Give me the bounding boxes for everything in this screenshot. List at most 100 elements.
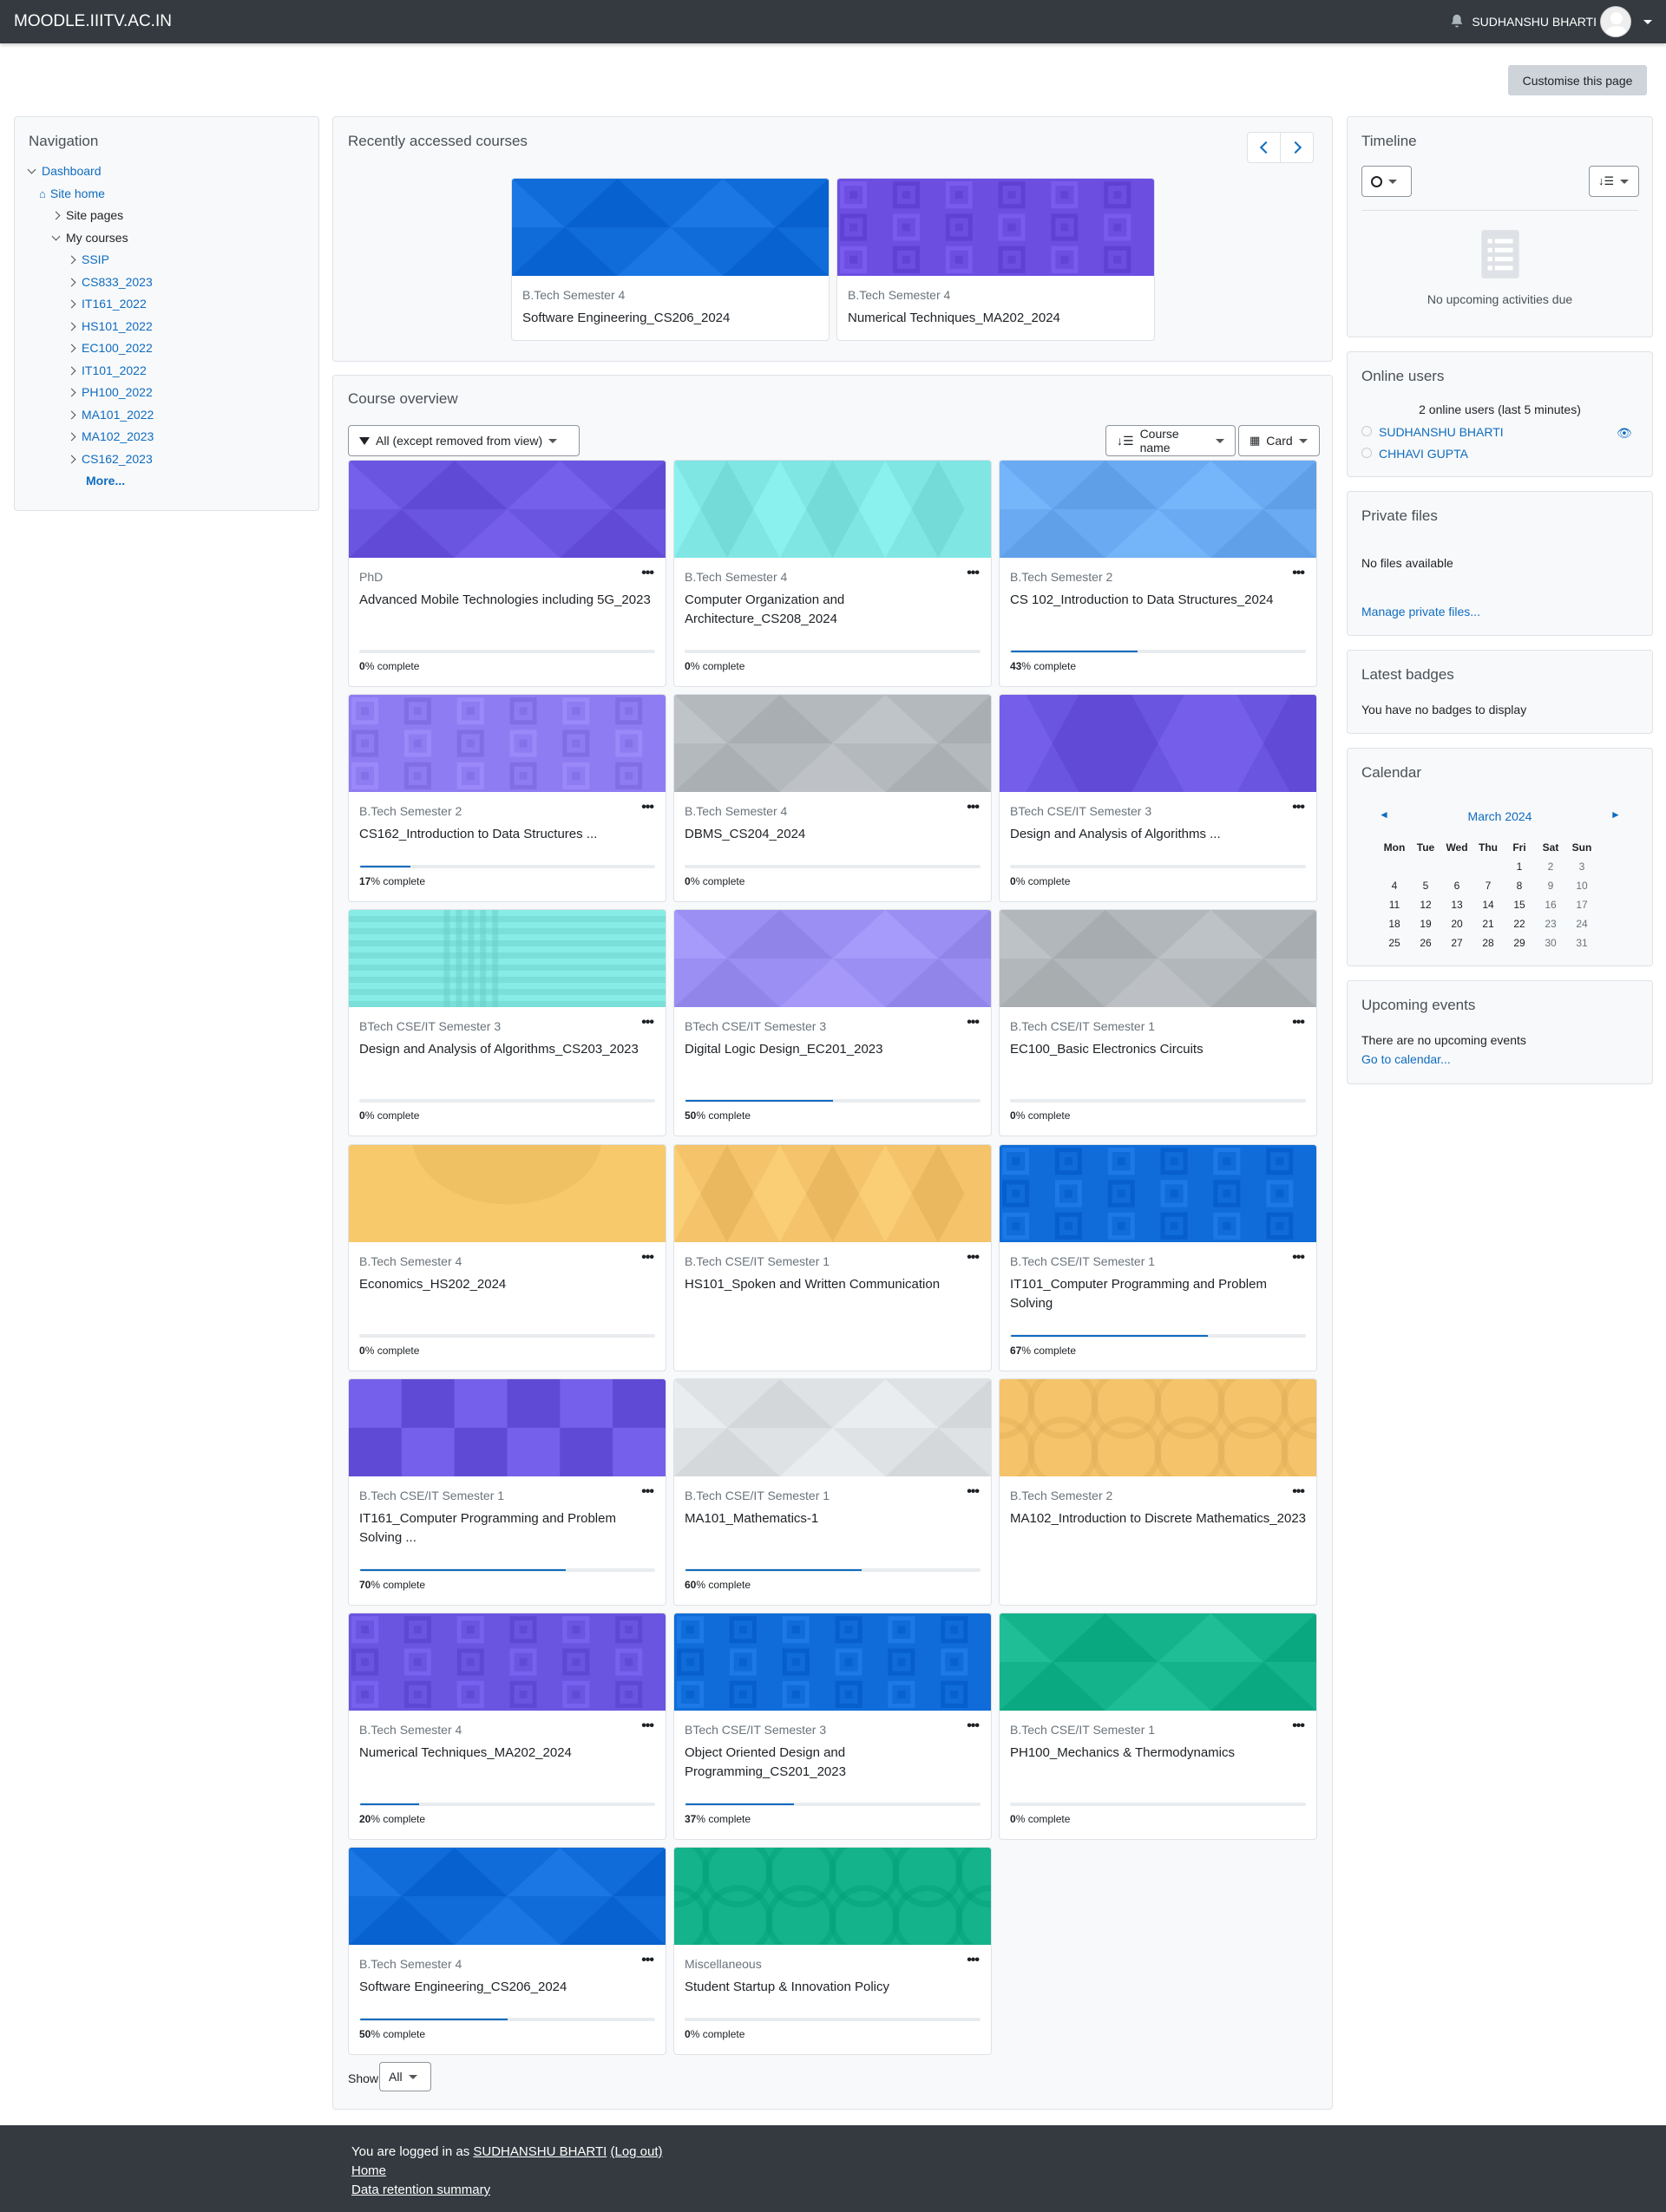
course-name[interactable]: DBMS_CS204_2024 xyxy=(685,825,981,863)
calendar-day[interactable]: 4 xyxy=(1379,876,1410,895)
course-card[interactable]: B.Tech CSE/IT Semester 1 HS101_Spoken and… xyxy=(673,1144,992,1371)
calendar-day[interactable]: 15 xyxy=(1504,895,1535,914)
go-to-calendar-link[interactable]: Go to calendar... xyxy=(1361,1052,1451,1066)
more-actions-icon[interactable]: ••• xyxy=(1292,801,1305,815)
course-image[interactable] xyxy=(349,461,666,558)
course-card[interactable]: B.Tech Semester 2 MA102_Introduction to D… xyxy=(999,1378,1317,1606)
more-actions-icon[interactable]: ••• xyxy=(641,1953,654,1967)
course-image[interactable] xyxy=(349,1613,666,1711)
more-actions-icon[interactable]: ••• xyxy=(967,801,980,815)
nav-course[interactable]: IT161_2022 xyxy=(82,297,147,311)
view-dropdown[interactable]: ▦ Card xyxy=(1238,425,1320,456)
more-actions-icon[interactable]: ••• xyxy=(1292,1016,1305,1030)
course-card[interactable]: B.Tech Semester 4 Computer Organization a… xyxy=(673,460,992,687)
customise-page-button[interactable]: Customise this page xyxy=(1508,65,1647,95)
course-name[interactable]: Economics_HS202_2024 xyxy=(359,1275,655,1313)
calendar-day[interactable]: 31 xyxy=(1566,933,1597,952)
more-actions-icon[interactable]: ••• xyxy=(967,1485,980,1499)
recent-course-card[interactable]: B.Tech Semester 4 Numerical Techniques_MA… xyxy=(836,178,1155,341)
more-actions-icon[interactable]: ••• xyxy=(967,566,980,580)
calendar-day[interactable]: 20 xyxy=(1441,914,1473,933)
calendar-day[interactable]: 30 xyxy=(1535,933,1566,952)
more-actions-icon[interactable]: ••• xyxy=(967,1251,980,1265)
more-actions-icon[interactable]: ••• xyxy=(1292,566,1305,580)
course-name[interactable]: Object Oriented Design and Programming_C… xyxy=(685,1744,981,1782)
course-name[interactable]: PH100_Mechanics & Thermodynamics xyxy=(1010,1744,1306,1782)
more-actions-icon[interactable]: ••• xyxy=(641,801,654,815)
course-card[interactable]: BTech CSE/IT Semester 3 Design and Analys… xyxy=(999,694,1317,902)
course-card[interactable]: B.Tech CSE/IT Semester 1 PH100_Mechanics … xyxy=(999,1613,1317,1840)
course-card[interactable]: Miscellaneous Student Startup & Innovatio… xyxy=(673,1847,992,2055)
course-image[interactable] xyxy=(1000,910,1316,1007)
course-image[interactable] xyxy=(1000,695,1316,792)
logout-link[interactable]: (Log out) xyxy=(610,2144,662,2159)
course-name[interactable]: HS101_Spoken and Written Communication xyxy=(685,1275,981,1313)
manage-files-link[interactable]: Manage private files... xyxy=(1361,605,1480,618)
course-image[interactable] xyxy=(674,1379,991,1476)
course-image[interactable] xyxy=(349,1848,666,1945)
course-image[interactable] xyxy=(1000,1379,1316,1476)
calendar-day[interactable]: 16 xyxy=(1535,895,1566,914)
course-name[interactable]: Software Engineering_CS206_2024 xyxy=(359,1978,655,2016)
course-name[interactable]: Advanced Mobile Technologies including 5… xyxy=(359,591,655,629)
nav-dashboard[interactable]: Dashboard xyxy=(42,164,102,178)
course-name[interactable]: IT101_Computer Programming and Problem S… xyxy=(1010,1275,1306,1313)
course-image[interactable] xyxy=(674,1613,991,1711)
course-card[interactable]: B.Tech Semester 4 Economics_HS202_2024 •••… xyxy=(348,1144,666,1371)
calendar-day[interactable]: 1 xyxy=(1504,857,1535,876)
calendar-day[interactable]: 12 xyxy=(1410,895,1441,914)
more-actions-icon[interactable]: ••• xyxy=(967,1016,980,1030)
course-image[interactable] xyxy=(674,910,991,1007)
course-card[interactable]: BTech CSE/IT Semester 3 Digital Logic Des… xyxy=(673,909,992,1136)
nav-course[interactable]: SSIP xyxy=(82,252,109,266)
course-image[interactable] xyxy=(349,910,666,1007)
calendar-day[interactable]: 22 xyxy=(1504,914,1535,933)
sort-dropdown[interactable]: ↓☰ Course name xyxy=(1105,425,1236,456)
avatar[interactable] xyxy=(1600,6,1631,37)
calendar-day[interactable]: 29 xyxy=(1504,933,1535,952)
calendar-day[interactable]: 7 xyxy=(1473,876,1504,895)
course-image[interactable] xyxy=(1000,461,1316,558)
course-image[interactable] xyxy=(1000,1145,1316,1242)
course-image[interactable] xyxy=(1000,1613,1316,1711)
calendar-day[interactable]: 25 xyxy=(1379,933,1410,952)
more-actions-icon[interactable]: ••• xyxy=(1292,1719,1305,1733)
recent-next-button[interactable] xyxy=(1280,132,1314,163)
nav-site-home[interactable]: Site home xyxy=(50,187,105,200)
calendar-day[interactable]: 28 xyxy=(1473,933,1504,952)
nav-course[interactable]: CS162_2023 xyxy=(82,452,153,466)
course-image[interactable] xyxy=(349,1145,666,1242)
course-name[interactable]: Digital Logic Design_EC201_2023 xyxy=(685,1040,981,1078)
more-actions-icon[interactable]: ••• xyxy=(641,1016,654,1030)
filter-dropdown[interactable]: All (except removed from view) xyxy=(348,425,580,456)
course-card[interactable]: B.Tech Semester 4 Numerical Techniques_MA… xyxy=(348,1613,666,1840)
calendar-day[interactable]: 13 xyxy=(1441,895,1473,914)
arrow-right-icon[interactable]: ► xyxy=(1610,808,1621,821)
nav-course[interactable]: MA102_2023 xyxy=(82,429,154,443)
nav-course[interactable]: HS101_2022 xyxy=(82,319,153,333)
course-card[interactable]: B.Tech Semester 2 CS 102_Introduction to … xyxy=(999,460,1317,687)
calendar-day[interactable]: 5 xyxy=(1410,876,1441,895)
calendar-day[interactable]: 3 xyxy=(1566,857,1597,876)
online-user-link[interactable]: SUDHANSHU BHARTI xyxy=(1379,425,1504,439)
calendar-day[interactable]: 26 xyxy=(1410,933,1441,952)
course-card[interactable]: B.Tech CSE/IT Semester 1 IT101_Computer P… xyxy=(999,1144,1317,1371)
recent-course-card[interactable]: B.Tech Semester 4 Software Engineering_CS… xyxy=(511,178,830,341)
course-name[interactable]: MA102_Introduction to Discrete Mathemati… xyxy=(1010,1509,1306,1548)
course-name[interactable]: Software Engineering_CS206_2024 xyxy=(522,309,818,340)
more-actions-icon[interactable]: ••• xyxy=(1292,1251,1305,1265)
calendar-day[interactable]: 19 xyxy=(1410,914,1441,933)
calendar-day[interactable]: 24 xyxy=(1566,914,1597,933)
more-actions-icon[interactable]: ••• xyxy=(967,1719,980,1733)
nav-course[interactable]: MA101_2022 xyxy=(82,408,154,422)
calendar-day[interactable]: 8 xyxy=(1504,876,1535,895)
more-actions-icon[interactable]: ••• xyxy=(641,1251,654,1265)
calendar-day[interactable]: 2 xyxy=(1535,857,1566,876)
calendar-day[interactable]: 27 xyxy=(1441,933,1473,952)
user-menu-caret-icon[interactable] xyxy=(1643,19,1652,24)
calendar-day[interactable]: 11 xyxy=(1379,895,1410,914)
more-actions-icon[interactable]: ••• xyxy=(641,1485,654,1499)
course-card[interactable]: B.Tech Semester 2 CS162_Introduction to D… xyxy=(348,694,666,902)
calendar-day[interactable]: 21 xyxy=(1473,914,1504,933)
course-name[interactable]: MA101_Mathematics-1 xyxy=(685,1509,981,1548)
